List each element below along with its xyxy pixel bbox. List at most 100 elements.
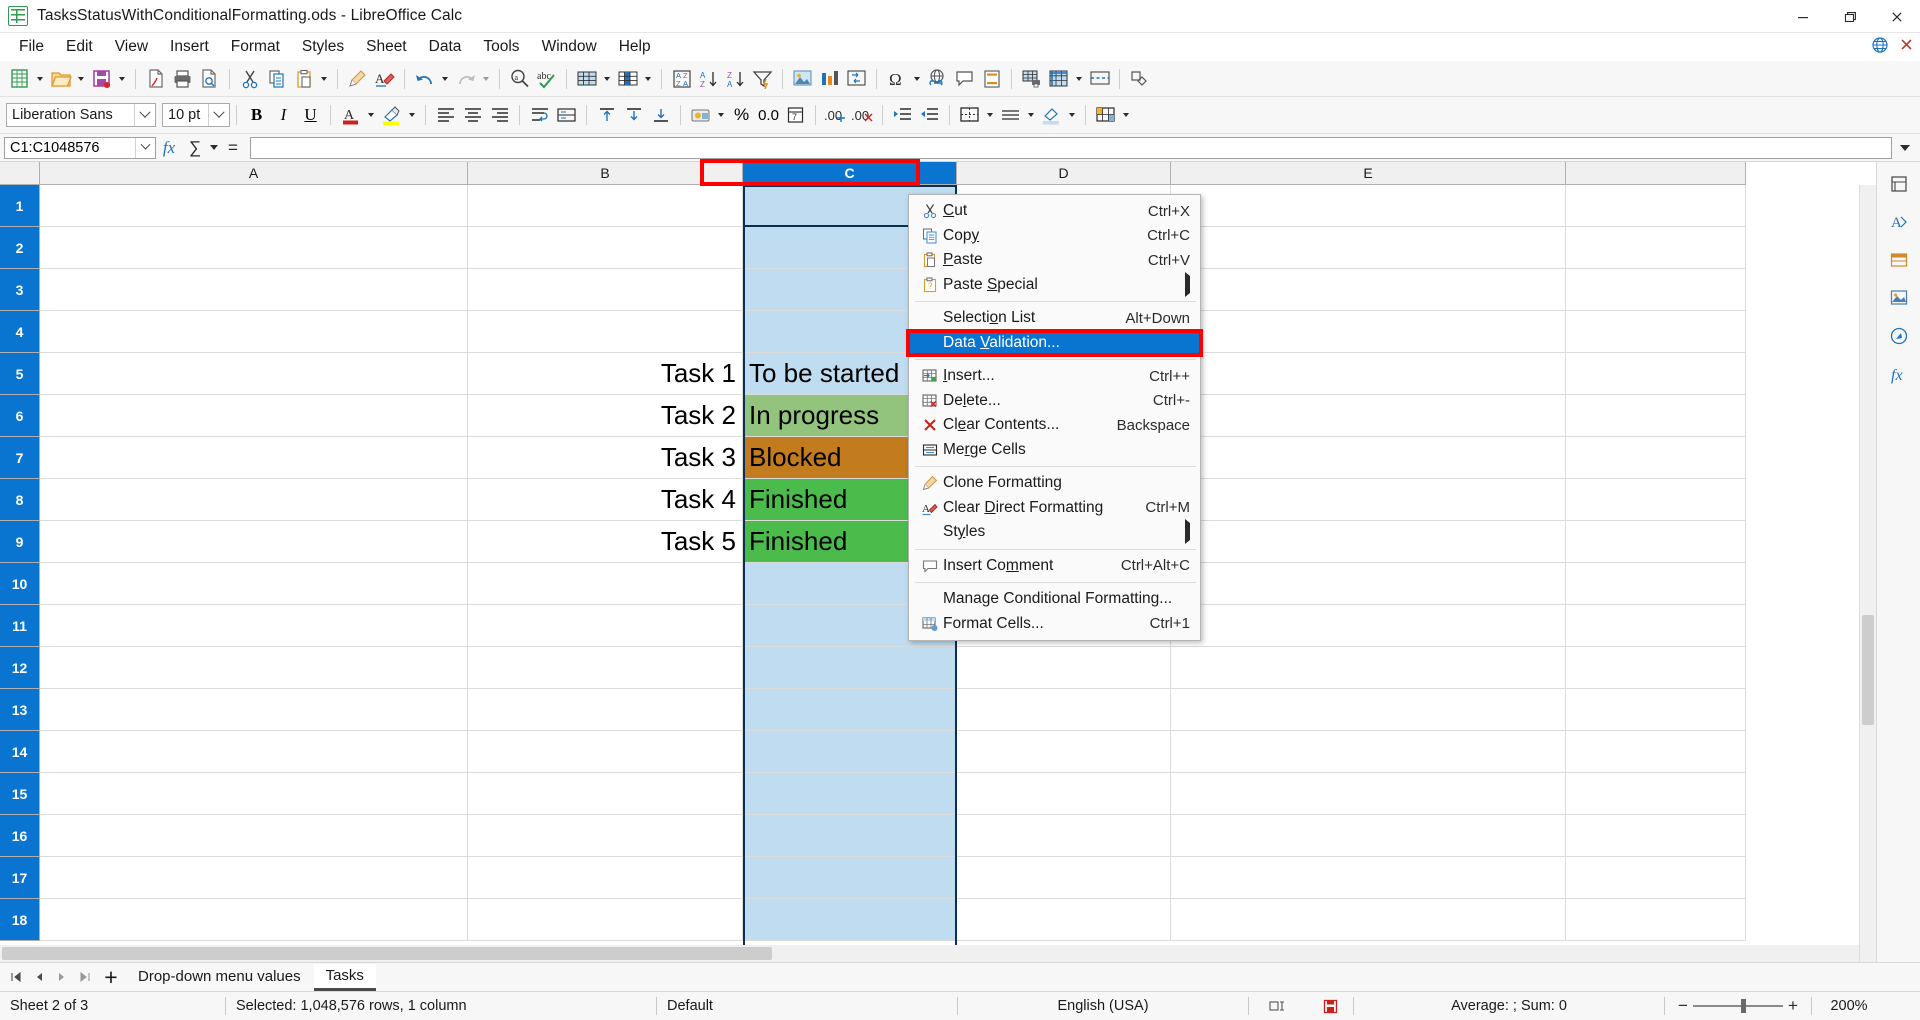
currency-dropdown-arrow[interactable] — [714, 101, 728, 130]
expand-formula-bar-icon[interactable] — [1894, 137, 1916, 159]
merge-cells-icon[interactable] — [553, 101, 580, 130]
cell-B8[interactable]: Task 4 — [468, 479, 743, 521]
cell-B4[interactable] — [468, 311, 743, 353]
cell-A5[interactable] — [40, 353, 468, 395]
sheet-tab-dropdown-menu-values[interactable]: Drop-down menu values — [126, 965, 313, 989]
cell-F14[interactable] — [1566, 731, 1746, 773]
zoom-track[interactable] — [1693, 999, 1783, 1013]
cell-F2[interactable] — [1566, 227, 1746, 269]
font-name-dropdown-arrow[interactable] — [134, 104, 155, 126]
zoom-slider[interactable]: − + — [1665, 992, 1811, 1020]
context-menu-item-clear-direct-formatting[interactable]: A Clear Direct Formatting Ctrl+M — [909, 496, 1200, 521]
cell-F15[interactable] — [1566, 773, 1746, 815]
row-header-8[interactable]: 8 — [0, 479, 40, 521]
cell-D14[interactable] — [957, 731, 1171, 773]
menu-insert[interactable]: Insert — [159, 35, 220, 59]
conditional-formatting-icon[interactable] — [1092, 101, 1119, 130]
special-character-dropdown-arrow[interactable] — [910, 64, 924, 93]
cell-B10[interactable] — [468, 563, 743, 605]
row-dropdown-arrow[interactable] — [600, 64, 614, 93]
font-size-dropdown-arrow[interactable] — [208, 104, 229, 126]
cut-icon[interactable] — [236, 64, 263, 93]
column-header-a[interactable]: A — [40, 162, 468, 185]
redo-dropdown-arrow[interactable] — [479, 64, 493, 93]
cell-A10[interactable] — [40, 563, 468, 605]
row-header-9[interactable]: 9 — [0, 521, 40, 563]
format-as-currency-icon[interactable] — [687, 101, 714, 130]
row-header-2[interactable]: 2 — [0, 227, 40, 269]
print-icon[interactable] — [169, 64, 196, 93]
column-header-e[interactable]: E — [1171, 162, 1566, 185]
context-menu-item-paste-special[interactable]: ? Paste Special — [909, 273, 1200, 298]
zoom-level[interactable]: 200% — [1812, 992, 1886, 1020]
cell-B9[interactable]: Task 5 — [468, 521, 743, 563]
cell-F5[interactable] — [1566, 353, 1746, 395]
cell-A2[interactable] — [40, 227, 468, 269]
sidebar-gallery-icon[interactable] — [1882, 282, 1916, 314]
undo-dropdown-arrow[interactable] — [438, 64, 452, 93]
cell-D13[interactable] — [957, 689, 1171, 731]
cell-F18[interactable] — [1566, 899, 1746, 941]
row-header-13[interactable]: 13 — [0, 689, 40, 731]
cell-A11[interactable] — [40, 605, 468, 647]
cell-F8[interactable] — [1566, 479, 1746, 521]
align-bottom-icon[interactable] — [647, 101, 674, 130]
menu-file[interactable]: File — [8, 35, 55, 59]
increase-indent-icon[interactable] — [889, 101, 916, 130]
row-header-18[interactable]: 18 — [0, 899, 40, 941]
menu-window[interactable]: Window — [531, 35, 608, 59]
cell-F4[interactable] — [1566, 311, 1746, 353]
next-sheet-icon[interactable] — [50, 965, 73, 989]
cell-B3[interactable] — [468, 269, 743, 311]
add-sheet-button[interactable]: + — [96, 964, 126, 990]
cell-E6[interactable] — [1171, 395, 1566, 437]
highlight-color-dropdown-arrow[interactable] — [405, 101, 419, 130]
insert-chart-icon[interactable] — [816, 64, 843, 93]
page-style[interactable]: Default — [657, 992, 957, 1020]
row-header-14[interactable]: 14 — [0, 731, 40, 773]
cell-E12[interactable] — [1171, 647, 1566, 689]
vertical-scroll-thumb[interactable] — [1862, 615, 1874, 725]
sidebar-navigator-icon[interactable] — [1882, 320, 1916, 352]
context-menu-item-copy[interactable]: Copy Ctrl+C — [909, 224, 1200, 249]
add-decimal-place-icon[interactable]: .00 — [822, 101, 849, 130]
web-globe-icon[interactable] — [1871, 36, 1889, 59]
bold-button[interactable]: B — [243, 101, 270, 130]
context-menu-item-insert[interactable]: Insert... Ctrl++ — [909, 364, 1200, 389]
cell-B7[interactable]: Task 3 — [468, 437, 743, 479]
new-icon[interactable] — [6, 64, 33, 93]
zoom-knob[interactable] — [1741, 999, 1746, 1013]
format-as-number-icon[interactable]: 0.0 — [755, 101, 782, 130]
vertical-scrollbar[interactable] — [1859, 185, 1876, 962]
cell-B6[interactable]: Task 2 — [468, 395, 743, 437]
paste-dropdown-arrow[interactable] — [317, 64, 331, 93]
cell-D12[interactable] — [957, 647, 1171, 689]
context-menu-item-cut[interactable]: Cut Ctrl+X — [909, 199, 1200, 224]
copy-icon[interactable] — [263, 64, 290, 93]
cell-E10[interactable] — [1171, 563, 1566, 605]
cell-E3[interactable] — [1171, 269, 1566, 311]
sidebar-properties-icon[interactable]: A — [1882, 206, 1916, 238]
borders-icon[interactable] — [956, 101, 983, 130]
find-replace-icon[interactable]: a — [506, 64, 533, 93]
font-color-dropdown-arrow[interactable] — [364, 101, 378, 130]
special-character-icon[interactable]: Ω — [883, 64, 910, 93]
context-menu-item-format-cells[interactable]: Format Cells... Ctrl+1 — [909, 612, 1200, 637]
row-header-1[interactable]: 1 — [0, 185, 40, 227]
print-preview-icon[interactable] — [196, 64, 223, 93]
cell-E1[interactable] — [1171, 185, 1566, 227]
cell-C14[interactable] — [743, 731, 957, 773]
cell-A9[interactable] — [40, 521, 468, 563]
cell-A7[interactable] — [40, 437, 468, 479]
insert-comment-icon[interactable] — [951, 64, 978, 93]
menu-format[interactable]: Format — [220, 35, 291, 59]
cell-E13[interactable] — [1171, 689, 1566, 731]
cell-F12[interactable] — [1566, 647, 1746, 689]
paste-icon[interactable] — [290, 64, 317, 93]
show-draw-functions-icon[interactable] — [1126, 64, 1153, 93]
name-box-dropdown-arrow[interactable] — [135, 137, 155, 158]
menu-tools[interactable]: Tools — [472, 35, 530, 59]
cell-E17[interactable] — [1171, 857, 1566, 899]
row-header-17[interactable]: 17 — [0, 857, 40, 899]
cell-A4[interactable] — [40, 311, 468, 353]
